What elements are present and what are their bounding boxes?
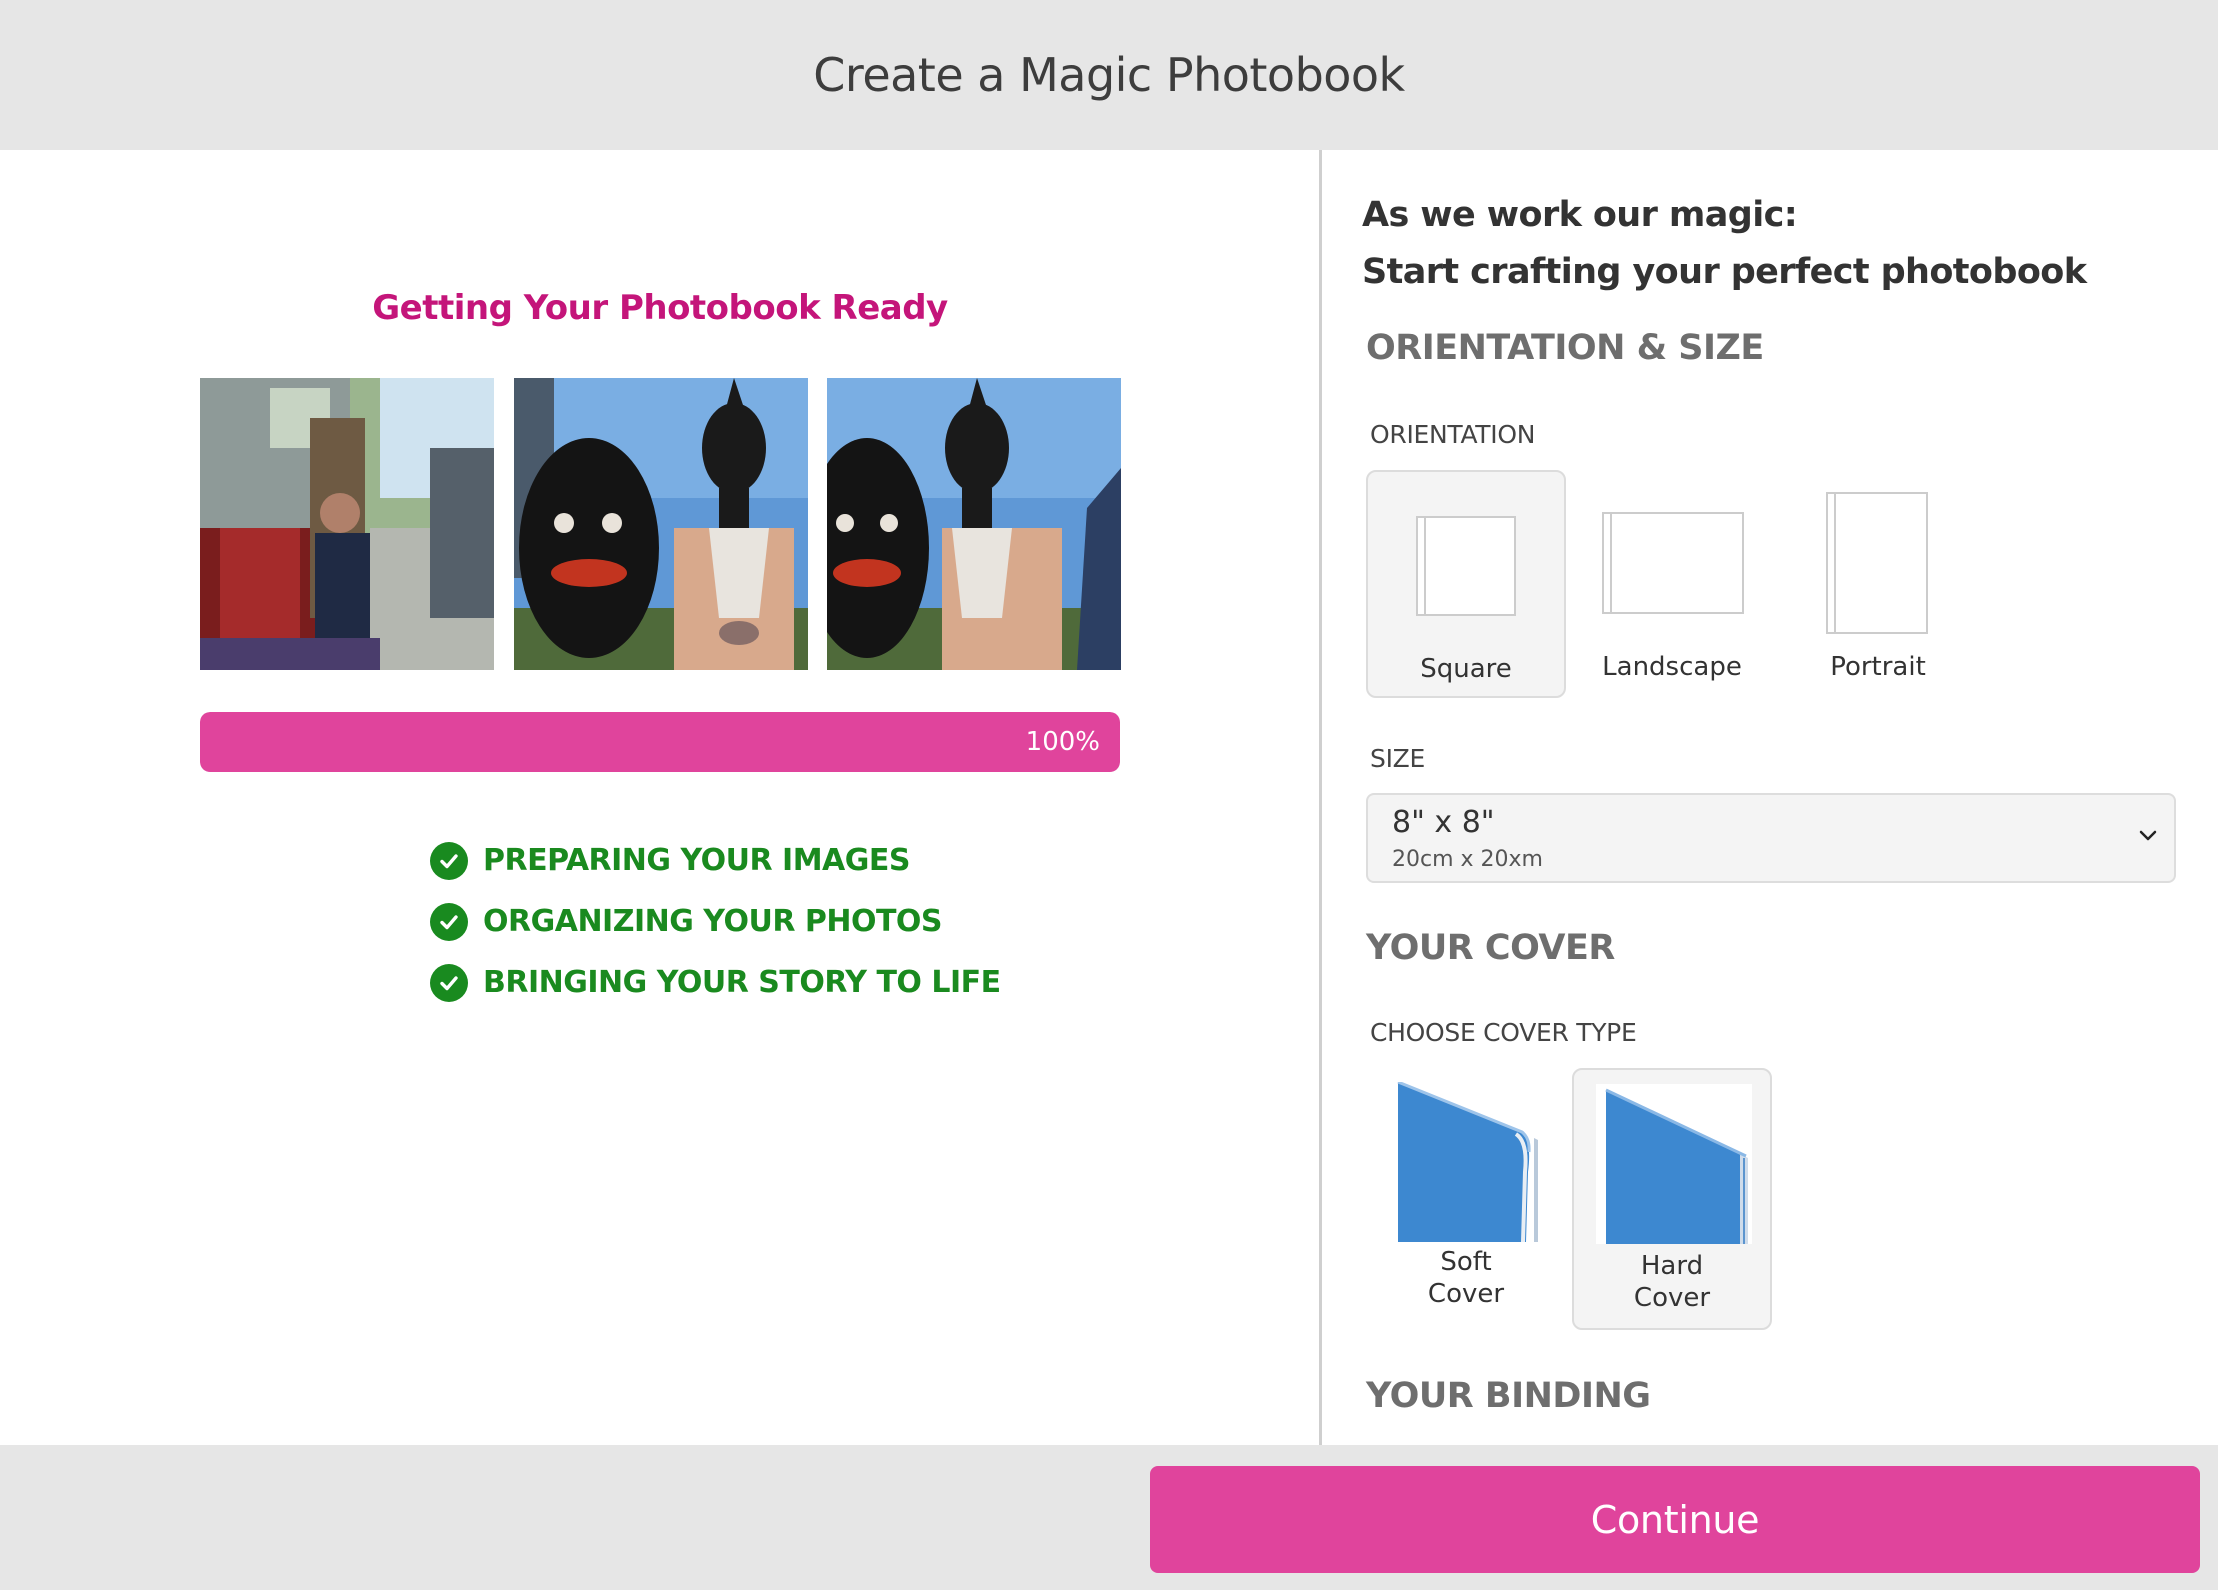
cover-heading: YOUR COVER [1366, 928, 1615, 968]
step-item: BRINGING YOUR STORY TO LIFE [430, 952, 1001, 1013]
photo-thumbnail-2 [514, 378, 808, 670]
step-item: ORGANIZING YOUR PHOTOS [430, 891, 1001, 952]
check-circle-icon [430, 963, 468, 1002]
orientation-option-label: Portrait [1830, 652, 1926, 682]
progress-label: 100% [1025, 727, 1100, 757]
size-label: SIZE [1370, 744, 1425, 773]
photo-masks-2 [827, 378, 1121, 670]
getting-ready-title: Getting Your Photobook Ready [372, 288, 948, 328]
cover-option-label: Hard Cover [1633, 1251, 1711, 1313]
photo-thumbnail-1 [200, 378, 494, 670]
progress-bar: 100% [200, 712, 1120, 772]
orientation-label: ORIENTATION [1370, 420, 1536, 449]
orientation-size-heading: ORIENTATION & SIZE [1366, 328, 1764, 368]
check-circle-icon [430, 841, 468, 880]
photo-thumbnail-3 [827, 378, 1121, 670]
cover-option-soft[interactable]: Soft Cover [1366, 1068, 1566, 1330]
step-label: BRINGING YOUR STORY TO LIFE [483, 965, 1001, 1000]
continue-button[interactable]: Continue [1150, 1466, 2200, 1573]
cover-option-label: Soft Cover [1427, 1247, 1505, 1309]
orientation-option-square[interactable]: Square [1366, 470, 1566, 698]
size-subtext: 20cm x 20xm [1392, 847, 1543, 872]
orientation-option-label: Square [1420, 654, 1512, 684]
chevron-down-icon [2139, 830, 2157, 841]
photo-masks-1 [514, 378, 808, 670]
square-shape-icon [1416, 516, 1516, 616]
orientation-option-label: Landscape [1602, 652, 1742, 682]
cover-option-hard[interactable]: Hard Cover [1572, 1068, 1772, 1330]
progress-panel [0, 150, 1320, 1445]
step-label: PREPARING YOUR IMAGES [483, 843, 911, 878]
step-label: ORGANIZING YOUR PHOTOS [483, 904, 943, 939]
size-value: 8" x 8" [1392, 805, 1495, 840]
orientation-option-portrait[interactable]: Portrait [1778, 470, 1978, 698]
portrait-shape-icon [1826, 492, 1928, 634]
photo-van-child [200, 378, 494, 670]
options-panel: As we work our magic: Start crafting you… [1322, 150, 2218, 1445]
cover-type-label: CHOOSE COVER TYPE [1370, 1018, 1637, 1047]
hard-cover-icon [1596, 1084, 1752, 1244]
binding-heading: YOUR BINDING [1366, 1376, 1651, 1416]
size-select[interactable]: 8" x 8" 20cm x 20xm [1366, 793, 2176, 883]
orientation-option-landscape[interactable]: Landscape [1572, 470, 1772, 698]
step-item: PREPARING YOUR IMAGES [430, 830, 1001, 891]
intro-line-2: Start crafting your perfect photobook [1362, 252, 2087, 292]
step-list: PREPARING YOUR IMAGES ORGANIZING YOUR PH… [430, 830, 1001, 1013]
app-header: Create a Magic Photobook [0, 0, 2218, 150]
page-title: Create a Magic Photobook [813, 48, 1405, 102]
check-circle-icon [430, 902, 468, 941]
progress-fill [200, 712, 1120, 772]
soft-cover-icon [1397, 1082, 1538, 1242]
landscape-shape-icon [1602, 512, 1744, 614]
intro-line-1: As we work our magic: [1362, 195, 1798, 235]
